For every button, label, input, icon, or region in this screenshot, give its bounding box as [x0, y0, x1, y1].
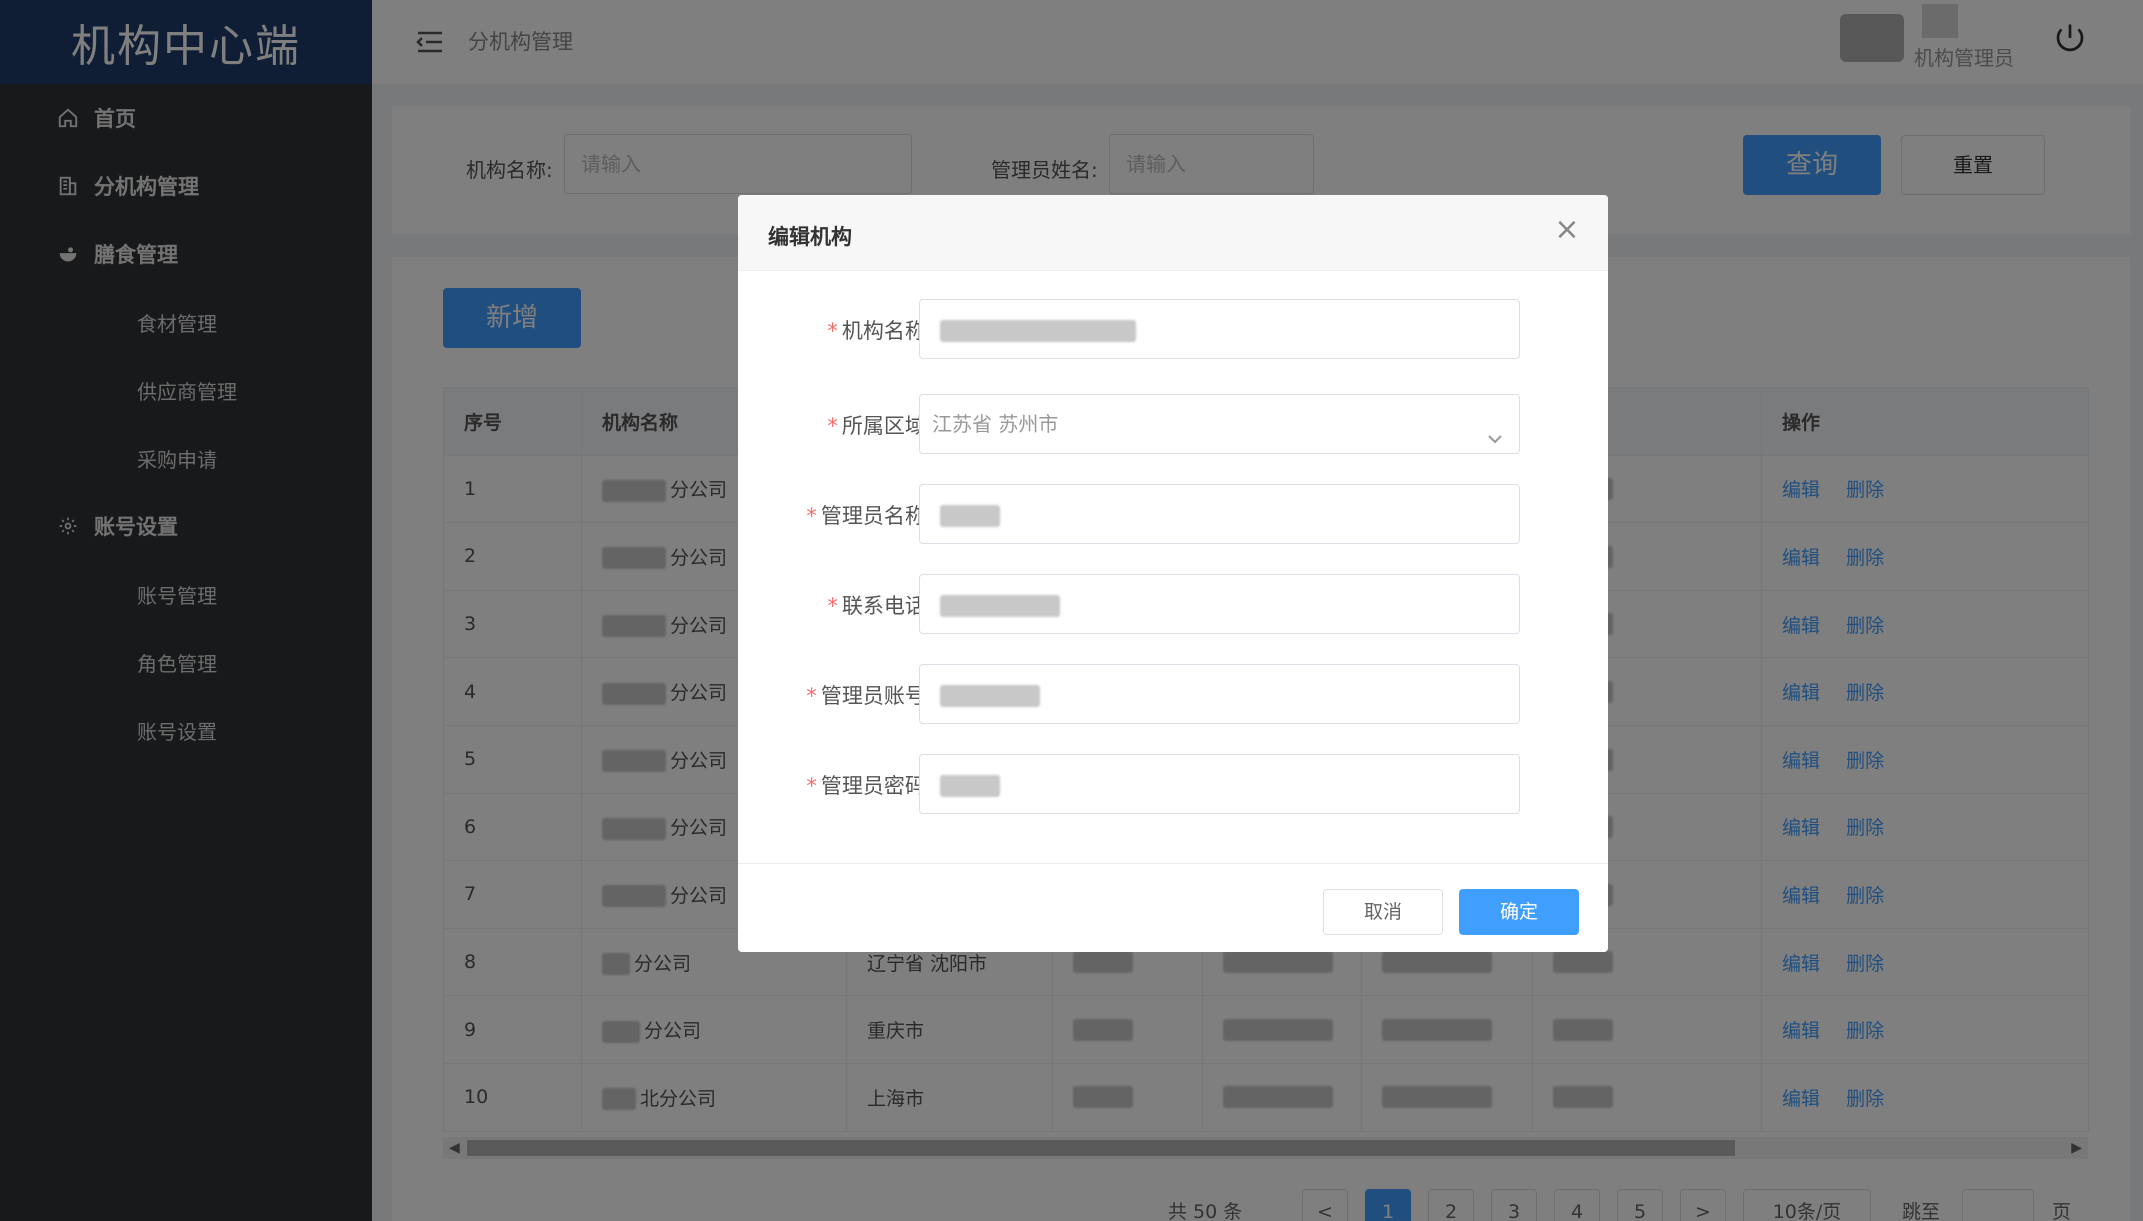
confirm-button[interactable]: 确定	[1459, 889, 1579, 935]
dialog-header: 编辑机构 ×	[738, 195, 1608, 271]
region-field-label: * 所属区域:	[827, 410, 933, 440]
form-row-account: * 管理员账号:	[738, 664, 1608, 724]
chevron-down-icon	[1485, 413, 1505, 444]
redacted-value	[940, 319, 1136, 342]
required-mark: *	[806, 774, 817, 798]
field-label-text: 管理员账号:	[820, 684, 933, 708]
region-select[interactable]: 江苏省 苏州市	[919, 394, 1520, 454]
required-mark: *	[827, 414, 838, 438]
form-row-org-name: * 机构名称:	[738, 299, 1608, 359]
phone-field[interactable]	[919, 574, 1520, 634]
form-row-phone: * 联系电话:	[738, 574, 1608, 634]
redacted-value	[940, 594, 1060, 617]
admin-name-field-label: * 管理员名称:	[806, 500, 933, 530]
org-name-field-label: * 机构名称:	[827, 315, 933, 345]
admin-name-field[interactable]	[919, 484, 1520, 544]
password-field[interactable]	[919, 754, 1520, 814]
password-field-label: * 管理员密码:	[806, 770, 933, 800]
close-icon[interactable]: ×	[1552, 215, 1582, 245]
account-field[interactable]	[919, 664, 1520, 724]
edit-org-dialog: 编辑机构 × * 机构名称: * 所属区域: 江苏省 苏州市 * 管理员名称: * 联系…	[738, 195, 1608, 952]
dialog-footer: 取消 确定	[738, 863, 1608, 952]
dialog-title: 编辑机构	[768, 225, 852, 249]
required-mark: *	[806, 504, 817, 528]
form-row-admin-name: * 管理员名称:	[738, 484, 1608, 544]
field-label-text: 管理员名称:	[820, 504, 933, 528]
redacted-value	[940, 684, 1040, 707]
required-mark: *	[806, 684, 817, 708]
account-field-label: * 管理员账号:	[806, 680, 933, 710]
form-row-password: * 管理员密码:	[738, 754, 1608, 814]
phone-field-label: * 联系电话:	[827, 590, 933, 620]
redacted-value	[940, 504, 1000, 527]
required-mark: *	[827, 319, 838, 343]
form-row-region: * 所属区域: 江苏省 苏州市	[738, 394, 1608, 454]
required-mark: *	[827, 594, 838, 618]
org-name-field[interactable]	[919, 299, 1520, 359]
cancel-button[interactable]: 取消	[1323, 889, 1443, 935]
region-select-value: 江苏省 苏州市	[932, 412, 1059, 436]
redacted-value	[940, 774, 1000, 797]
field-label-text: 管理员密码:	[820, 774, 933, 798]
